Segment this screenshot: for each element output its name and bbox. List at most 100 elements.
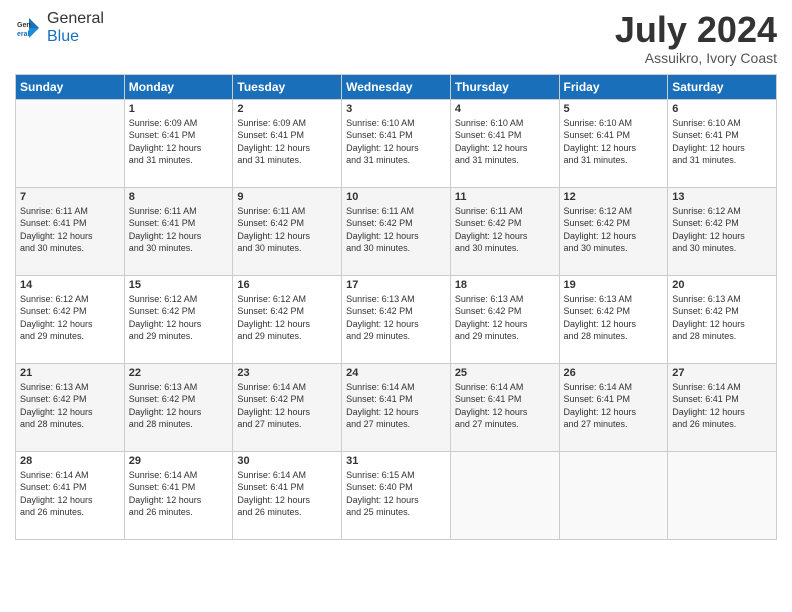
day-number: 4 [455,103,555,115]
day-info: Sunrise: 6:14 AMSunset: 6:41 PMDaylight:… [346,381,446,431]
title-block: July 2024 Assuikro, Ivory Coast [615,10,777,66]
calendar-cell: 31 Sunrise: 6:15 AMSunset: 6:40 PMDayligh… [342,451,451,539]
calendar-cell [16,99,125,187]
col-header-tuesday: Tuesday [233,74,342,99]
day-info: Sunrise: 6:10 AMSunset: 6:41 PMDaylight:… [672,117,772,167]
day-number: 3 [346,103,446,115]
week-row-4: 21 Sunrise: 6:13 AMSunset: 6:42 PMDayligh… [16,363,777,451]
logo-text: General Blue [47,10,104,46]
day-info: Sunrise: 6:12 AMSunset: 6:42 PMDaylight:… [564,205,664,255]
col-header-thursday: Thursday [450,74,559,99]
day-number: 23 [237,367,337,379]
col-header-sunday: Sunday [16,74,125,99]
day-info: Sunrise: 6:10 AMSunset: 6:41 PMDaylight:… [346,117,446,167]
day-number: 27 [672,367,772,379]
day-info: Sunrise: 6:14 AMSunset: 6:41 PMDaylight:… [129,469,229,519]
day-info: Sunrise: 6:13 AMSunset: 6:42 PMDaylight:… [672,293,772,343]
calendar-cell: 13 Sunrise: 6:12 AMSunset: 6:42 PMDayligh… [668,187,777,275]
day-info: Sunrise: 6:12 AMSunset: 6:42 PMDaylight:… [20,293,120,343]
calendar-cell: 8Sunrise: 6:11 AMSunset: 6:41 PMDaylight… [124,187,233,275]
day-number: 28 [20,455,120,467]
day-number: 31 [346,455,446,467]
day-info: Sunrise: 6:13 AMSunset: 6:42 PMDaylight:… [346,293,446,343]
col-header-friday: Friday [559,74,668,99]
logo: Gen eral General Blue [15,10,104,46]
day-number: 9 [237,191,337,203]
day-info: Sunrise: 6:11 AMSunset: 6:41 PMDaylight:… [20,205,120,255]
week-row-3: 14 Sunrise: 6:12 AMSunset: 6:42 PMDayligh… [16,275,777,363]
day-number: 21 [20,367,120,379]
calendar-cell: 4Sunrise: 6:10 AMSunset: 6:41 PMDaylight… [450,99,559,187]
location: Assuikro, Ivory Coast [615,50,777,66]
day-number: 13 [672,191,772,203]
calendar-cell: 9Sunrise: 6:11 AMSunset: 6:42 PMDaylight… [233,187,342,275]
day-number: 29 [129,455,229,467]
calendar-cell: 5 Sunrise: 6:10 AMSunset: 6:41 PMDaylight… [559,99,668,187]
calendar-page: Gen eral General Blue July 2024 Assuikro… [0,0,792,612]
col-header-wednesday: Wednesday [342,74,451,99]
calendar-cell: 21Sunrise: 6:13 AMSunset: 6:42 PMDayligh… [16,363,125,451]
day-info: Sunrise: 6:14 AMSunset: 6:41 PMDaylight:… [564,381,664,431]
calendar-cell: 14 Sunrise: 6:12 AMSunset: 6:42 PMDayligh… [16,275,125,363]
calendar-cell: 2Sunrise: 6:09 AMSunset: 6:41 PMDaylight… [233,99,342,187]
day-number: 14 [20,279,120,291]
calendar-cell: 20 Sunrise: 6:13 AMSunset: 6:42 PMDayligh… [668,275,777,363]
day-number: 17 [346,279,446,291]
day-info: Sunrise: 6:13 AMSunset: 6:42 PMDaylight:… [455,293,555,343]
calendar-cell: 18 Sunrise: 6:13 AMSunset: 6:42 PMDayligh… [450,275,559,363]
calendar-cell: 22 Sunrise: 6:13 AMSunset: 6:42 PMDayligh… [124,363,233,451]
calendar-table: SundayMondayTuesdayWednesdayThursdayFrid… [15,74,777,540]
day-number: 11 [455,191,555,203]
day-number: 1 [129,103,229,115]
logo-blue: Blue [47,28,79,45]
day-number: 7 [20,191,120,203]
header: Gen eral General Blue July 2024 Assuikro… [15,10,777,66]
day-info: Sunrise: 6:14 AMSunset: 6:41 PMDaylight:… [455,381,555,431]
calendar-cell: 24 Sunrise: 6:14 AMSunset: 6:41 PMDayligh… [342,363,451,451]
day-info: Sunrise: 6:15 AMSunset: 6:40 PMDaylight:… [346,469,446,519]
day-info: Sunrise: 6:12 AMSunset: 6:42 PMDaylight:… [672,205,772,255]
day-number: 6 [672,103,772,115]
calendar-cell: 30Sunrise: 6:14 AMSunset: 6:41 PMDayligh… [233,451,342,539]
day-info: Sunrise: 6:12 AMSunset: 6:42 PMDaylight:… [129,293,229,343]
day-info: Sunrise: 6:11 AMSunset: 6:42 PMDaylight:… [346,205,446,255]
day-info: Sunrise: 6:09 AMSunset: 6:41 PMDaylight:… [129,117,229,167]
week-row-1: 1 Sunrise: 6:09 AMSunset: 6:41 PMDaylight… [16,99,777,187]
day-info: Sunrise: 6:13 AMSunset: 6:42 PMDaylight:… [129,381,229,431]
day-info: Sunrise: 6:14 AMSunset: 6:42 PMDaylight:… [237,381,337,431]
svg-text:eral: eral [17,31,30,38]
calendar-cell: 17 Sunrise: 6:13 AMSunset: 6:42 PMDayligh… [342,275,451,363]
week-row-5: 28 Sunrise: 6:14 AMSunset: 6:41 PMDayligh… [16,451,777,539]
day-number: 20 [672,279,772,291]
col-header-saturday: Saturday [668,74,777,99]
calendar-cell: 6 Sunrise: 6:10 AMSunset: 6:41 PMDaylight… [668,99,777,187]
day-number: 18 [455,279,555,291]
calendar-cell: 29 Sunrise: 6:14 AMSunset: 6:41 PMDayligh… [124,451,233,539]
day-number: 30 [237,455,337,467]
week-row-2: 7 Sunrise: 6:11 AMSunset: 6:41 PMDaylight… [16,187,777,275]
day-number: 22 [129,367,229,379]
day-info: Sunrise: 6:14 AMSunset: 6:41 PMDaylight:… [20,469,120,519]
day-number: 10 [346,191,446,203]
calendar-cell: 28 Sunrise: 6:14 AMSunset: 6:41 PMDayligh… [16,451,125,539]
day-number: 15 [129,279,229,291]
day-info: Sunrise: 6:09 AMSunset: 6:41 PMDaylight:… [237,117,337,167]
calendar-cell: 23 Sunrise: 6:14 AMSunset: 6:42 PMDayligh… [233,363,342,451]
logo-general: General [47,10,104,27]
calendar-cell [559,451,668,539]
calendar-cell: 25 Sunrise: 6:14 AMSunset: 6:41 PMDayligh… [450,363,559,451]
col-header-monday: Monday [124,74,233,99]
day-info: Sunrise: 6:10 AMSunset: 6:41 PMDaylight:… [564,117,664,167]
logo-icon: Gen eral [15,14,43,42]
header-row: SundayMondayTuesdayWednesdayThursdayFrid… [16,74,777,99]
day-number: 12 [564,191,664,203]
day-number: 5 [564,103,664,115]
calendar-cell: 26Sunrise: 6:14 AMSunset: 6:41 PMDayligh… [559,363,668,451]
day-number: 16 [237,279,337,291]
calendar-cell: 19Sunrise: 6:13 AMSunset: 6:42 PMDayligh… [559,275,668,363]
calendar-cell: 1 Sunrise: 6:09 AMSunset: 6:41 PMDaylight… [124,99,233,187]
day-number: 24 [346,367,446,379]
day-number: 25 [455,367,555,379]
month-title: July 2024 [615,10,777,50]
day-info: Sunrise: 6:11 AMSunset: 6:42 PMDaylight:… [455,205,555,255]
